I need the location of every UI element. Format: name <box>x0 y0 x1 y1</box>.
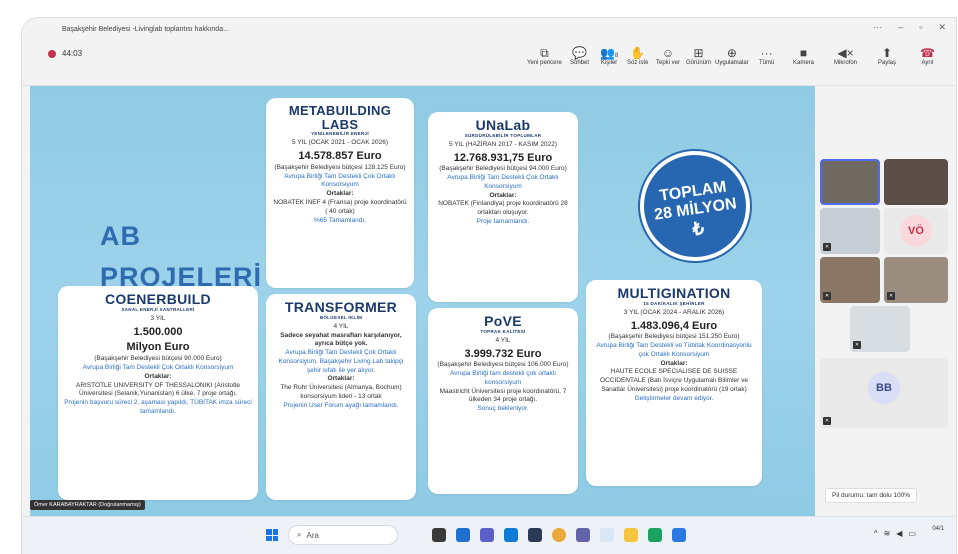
react-button[interactable]: ☺ Tepki ver <box>656 46 680 66</box>
app-icon[interactable] <box>456 528 470 542</box>
leave-icon: ☎ <box>920 46 935 60</box>
apps-button[interactable]: ⊕ Uygulamalar <box>715 46 749 66</box>
chat-button[interactable]: 💬 Sohbet <box>570 46 589 66</box>
participant-tile[interactable]: BB ✕ <box>820 358 948 428</box>
card-pove: PoVE TOPRAK KALİTESİ 4 YIL 3.999.732 Eur… <box>428 308 578 494</box>
mic-button[interactable]: ◀× Mikrofon <box>834 46 857 66</box>
participant-panel: ✕ VÖ ✕ ✕ ✕ BB ✕ <box>815 86 956 516</box>
avatar: BB <box>868 372 900 404</box>
card-coenerbuild: COENERBUILD SANAL ENERJİ SANTRALLERİ 3 Y… <box>58 286 258 500</box>
avatar: VÖ <box>900 215 932 247</box>
maximize-icon[interactable]: ▫ <box>919 22 922 33</box>
teams-window: Başakşehir Belediyesi -Livinglab toplant… <box>22 18 956 554</box>
close-icon[interactable]: ✕ <box>938 22 946 33</box>
people-button[interactable]: 👥8 Kişiler <box>600 46 618 66</box>
shared-screen-slide: AB PROJELERİ METABUILDING LABS YENİLENEB… <box>30 86 815 516</box>
mic-off-icon: ✕ <box>823 292 831 300</box>
store-icon[interactable] <box>672 528 686 542</box>
mic-off-icon: ✕ <box>823 417 831 425</box>
title-bar: Başakşehir Belediyesi -Livinglab toplant… <box>22 18 956 40</box>
wifi-icon[interactable]: ≋ <box>884 529 891 538</box>
share-button[interactable]: ⬆ Paylaş <box>878 46 896 66</box>
participant-tile[interactable]: VÖ <box>884 208 948 254</box>
card-transformer: TRANSFORMER BÖLGESEL İKLİM 4 YIL Sadece … <box>266 294 416 500</box>
raise-hand-button[interactable]: ✋ Söz iste <box>627 46 648 66</box>
overflow-icon[interactable]: ··· <box>873 22 882 33</box>
taskbar: ⌕ Ara ^ ≋ ◀ ▭ 04/1 <box>22 516 956 554</box>
volume-icon[interactable]: ◀ <box>896 529 902 538</box>
participant-video[interactable]: ✕ <box>820 257 880 303</box>
window-controls: ··· – ▫ ✕ <box>873 22 946 33</box>
teams-icon[interactable] <box>480 528 494 542</box>
card-multigination: MULTIGINATION 15 DAKİKALIK ŞEHİRLER 3 YI… <box>586 280 762 486</box>
new-window-icon: ⧉ <box>540 46 549 60</box>
windows-start-icon[interactable] <box>266 529 278 541</box>
meeting-timer: 44:03 <box>62 49 83 58</box>
teams-icon[interactable] <box>576 528 590 542</box>
raise-hand-icon: ✋ <box>630 46 646 60</box>
battery-tooltip: Pil durumu: tam dolu 100% <box>825 488 918 503</box>
edge-icon[interactable] <box>504 528 518 542</box>
mic-off-icon: ✕ <box>887 292 895 300</box>
chat-icon: 💬 <box>572 46 587 60</box>
record-icon <box>48 49 56 58</box>
app-icon[interactable] <box>600 528 614 542</box>
search-icon: ⌕ <box>297 530 302 539</box>
camera-off-icon: ■ <box>799 46 808 60</box>
more-icon: ··· <box>760 46 773 60</box>
total-badge: TOPLAM 28 MİLYON ₺ <box>632 143 758 269</box>
leave-button[interactable]: ☎ Ayrıl <box>920 46 935 66</box>
apps-icon: ⊕ <box>726 46 737 60</box>
react-icon: ☺ <box>661 46 675 60</box>
mic-mute-icon: ◀× <box>837 46 854 60</box>
minimize-icon[interactable]: – <box>898 22 903 33</box>
camera-button[interactable]: ■ Kamera <box>793 46 814 66</box>
speaker-label: Ömer KARABAYRAKTAR (Doğrulanmamış) <box>30 500 145 510</box>
clock[interactable]: 04/1 <box>932 526 944 534</box>
participant-video[interactable]: ✕ <box>850 306 910 352</box>
slide-heading: AB PROJELERİ <box>100 221 263 292</box>
app-icon[interactable] <box>648 528 662 542</box>
chevron-up-icon[interactable]: ^ <box>874 529 878 538</box>
window-title: Başakşehir Belediyesi -Livinglab toplant… <box>62 25 229 33</box>
participant-video[interactable]: ✕ <box>820 208 880 254</box>
recording-indicator: 44:03 <box>48 49 82 58</box>
battery-icon[interactable]: ▭ <box>908 529 916 538</box>
participant-video[interactable] <box>820 159 880 205</box>
participant-video[interactable]: ✕ <box>884 257 948 303</box>
participant-video[interactable] <box>884 159 948 205</box>
system-tray: ^ ≋ ◀ ▭ <box>874 529 916 538</box>
card-unalab: UNaLab SÜRDÜRÜLEBİLİR TOPLUMLAR 5 YIL (H… <box>428 112 578 302</box>
new-window-button[interactable]: ⧉ Yeni pencere <box>527 46 562 66</box>
people-icon: 👥8 <box>600 46 619 60</box>
taskbar-search[interactable]: ⌕ Ara <box>288 525 398 545</box>
chrome-icon[interactable] <box>552 528 566 542</box>
mic-off-icon: ✕ <box>823 243 831 251</box>
app-icon[interactable] <box>528 528 542 542</box>
task-view-icon[interactable] <box>432 528 446 542</box>
mic-off-icon: ✕ <box>853 341 861 349</box>
meeting-toolbar: 44:03 ⧉ Yeni pencere 💬 Sohbet 👥8 Kişiler ✋ S… <box>22 40 956 86</box>
share-icon: ⬆ <box>881 46 893 60</box>
card-metabuilding: METABUILDING LABS YENİLENEBİLİR ENERJİ 5… <box>266 98 414 288</box>
file-explorer-icon[interactable] <box>624 528 638 542</box>
more-button[interactable]: ··· Tümü <box>759 46 774 66</box>
view-icon: ⊞ <box>693 46 704 60</box>
view-button[interactable]: ⊞ Görünüm <box>686 46 711 66</box>
